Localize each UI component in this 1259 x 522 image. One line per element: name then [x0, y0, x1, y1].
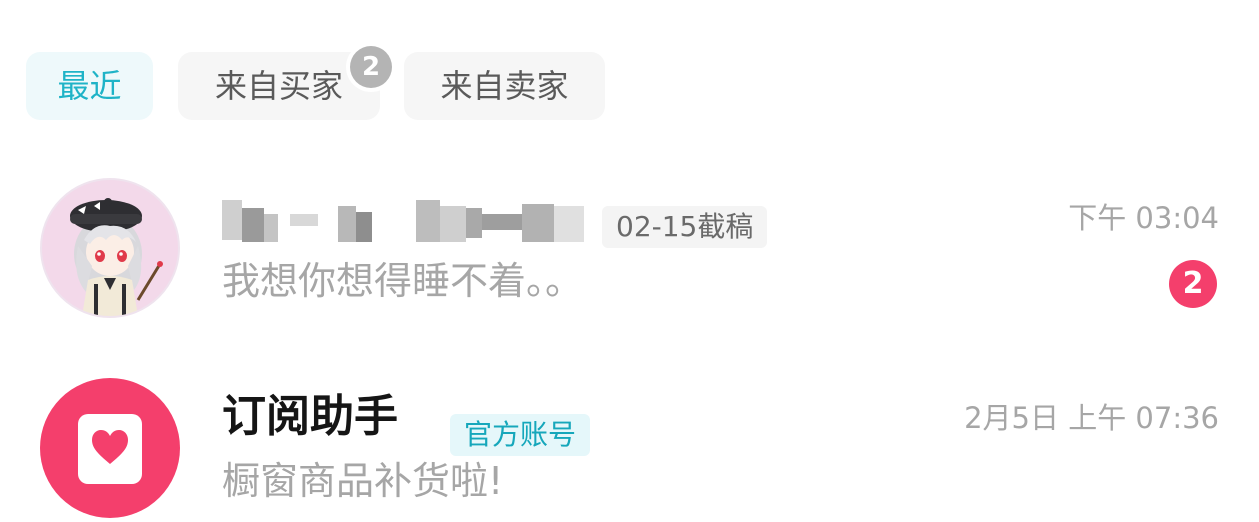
deadline-tag: 02-15截稿 [602, 206, 768, 248]
unread-count-badge: 2 [1169, 260, 1217, 308]
conversation-name: 订阅助手 [222, 391, 398, 442]
conversation-item[interactable]: 订阅助手 官方账号 橱窗商品补货啦! 2月5日 上午 07:36 [0, 372, 1259, 522]
tab-recent[interactable]: 最近 [26, 52, 153, 120]
conversation-item[interactable]: 02-15截稿 我想你想得睡不着。。 下午 03:04 2 [0, 172, 1259, 322]
filter-tabs: 最近 来自买家 2 来自卖家 [26, 46, 626, 120]
tab-from-buyers[interactable]: 来自买家 2 [178, 46, 392, 120]
message-preview: 我想你想得睡不着。。 [222, 259, 584, 303]
tab-recent-label: 最近 [57, 67, 122, 105]
tab-from-sellers[interactable]: 来自卖家 [404, 52, 605, 120]
tab-from-buyers-label: 来自买家 [214, 67, 343, 105]
tab-from-sellers-label: 来自卖家 [440, 67, 569, 105]
message-time: 下午 03:04 [1068, 201, 1219, 235]
tab-from-buyers-badge: 2 [350, 46, 392, 88]
blurred-name-mask [222, 200, 594, 246]
message-time: 2月5日 上午 07:36 [964, 401, 1219, 435]
anime-girl-avatar [40, 178, 180, 318]
message-preview: 橱窗商品补货啦! [222, 459, 504, 503]
heart-card-icon [40, 378, 180, 518]
conversation-name-row: 订阅助手 官方账号 [222, 388, 591, 456]
official-account-tag: 官方账号 [450, 414, 591, 456]
